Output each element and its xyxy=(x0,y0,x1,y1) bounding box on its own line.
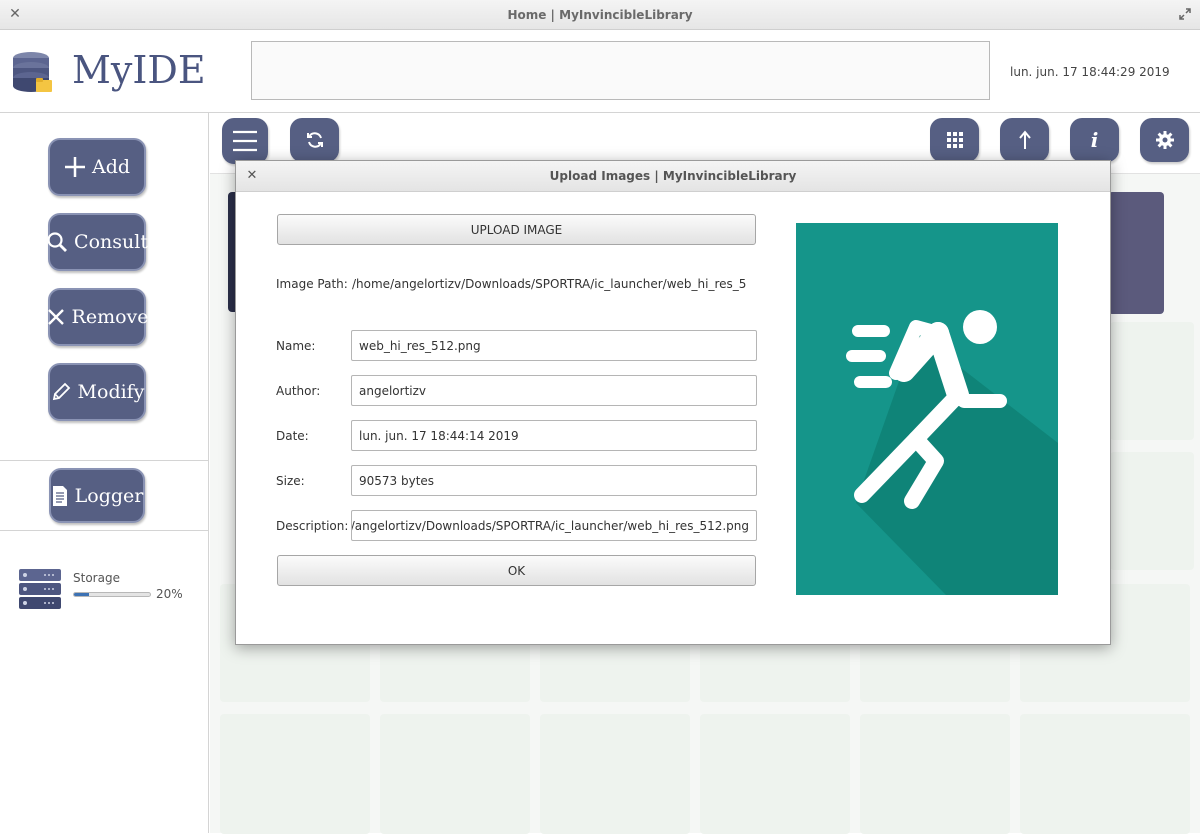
header-text-box[interactable] xyxy=(251,41,990,100)
consult-button[interactable]: Consult xyxy=(46,213,148,271)
image-path-value: /home/angelortizv/Downloads/SPORTRA/ic_l… xyxy=(352,277,746,291)
refresh-icon xyxy=(306,132,323,148)
dialog-title: Upload Images | MyInvincibleLibrary xyxy=(549,169,797,183)
gear-icon xyxy=(1155,131,1174,149)
name-field[interactable]: web_hi_res_512.png xyxy=(351,330,757,361)
menu-button[interactable] xyxy=(222,118,268,164)
info-icon: i xyxy=(1090,128,1099,152)
dialog-close-icon[interactable]: ✕ xyxy=(245,169,259,183)
description-label: Description: xyxy=(276,519,349,533)
remove-button[interactable]: Remove xyxy=(46,288,149,346)
logger-button[interactable]: Logger xyxy=(49,468,145,523)
name-field-value: web_hi_res_512.png xyxy=(359,338,481,353)
pencil-icon xyxy=(50,381,72,403)
description-field[interactable]: ne/angelortizv/Downloads/SPORTRA/ic_laun… xyxy=(351,510,757,541)
image-tile[interactable] xyxy=(540,714,690,834)
image-tile[interactable] xyxy=(860,714,1010,834)
plus-icon xyxy=(64,156,86,178)
app-logo: MyIDE xyxy=(12,48,206,98)
dialog-titlebar: ✕ Upload Images | MyInvincibleLibrary xyxy=(236,161,1110,192)
close-icon xyxy=(46,306,66,328)
storage-widget: Storage 20% xyxy=(18,566,198,616)
app-header: MyIDE lun. jun. 17 18:44:29 2019 xyxy=(0,30,1200,113)
author-label: Author: xyxy=(276,384,321,398)
running-person-icon xyxy=(846,310,1058,595)
logger-button-label: Logger xyxy=(74,484,144,507)
header-datetime: lun. jun. 17 18:44:29 2019 xyxy=(1010,65,1170,79)
window-close-icon[interactable]: ✕ xyxy=(8,7,22,21)
author-field-value: angelortizv xyxy=(359,383,427,398)
server-icon xyxy=(19,569,61,609)
grid-view-button[interactable] xyxy=(930,118,979,162)
image-tile[interactable] xyxy=(1110,322,1194,440)
upload-images-dialog: ✕ Upload Images | MyInvincibleLibrary UP… xyxy=(235,160,1111,645)
size-field-value: 90573 bytes xyxy=(359,473,435,488)
size-label: Size: xyxy=(276,474,305,488)
storage-percent: 20% xyxy=(156,587,183,601)
upload-image-button-label: UPLOAD IMAGE xyxy=(470,222,563,237)
storage-progress-fill xyxy=(74,593,90,596)
database-icon xyxy=(13,52,52,92)
upload-button[interactable] xyxy=(1000,118,1049,162)
ok-button-label: OK xyxy=(507,563,526,578)
date-label: Date: xyxy=(276,429,309,443)
name-label: Name: xyxy=(276,339,316,353)
image-tile[interactable] xyxy=(1110,452,1194,570)
settings-button[interactable] xyxy=(1140,118,1189,162)
ok-button[interactable]: OK xyxy=(277,555,756,586)
storage-label: Storage xyxy=(73,571,120,585)
image-thumbnail[interactable] xyxy=(1108,192,1164,314)
modify-button-label: Modify xyxy=(77,381,145,403)
grid-icon xyxy=(946,132,963,148)
sidebar-divider xyxy=(0,530,208,531)
menu-icon xyxy=(233,130,257,152)
add-button[interactable]: Add xyxy=(48,138,146,196)
storage-progress-bar xyxy=(73,592,151,597)
sidebar: Add Consult Remove Modify Logger Storage… xyxy=(0,113,209,833)
remove-button-label: Remove xyxy=(71,306,149,328)
author-field[interactable]: angelortizv xyxy=(351,375,757,406)
date-field-value: lun. jun. 17 18:44:14 2019 xyxy=(359,428,519,443)
image-tile[interactable] xyxy=(380,714,530,834)
upload-image-button[interactable]: UPLOAD IMAGE xyxy=(277,214,756,245)
search-icon xyxy=(46,231,68,253)
image-preview xyxy=(796,223,1058,595)
refresh-button[interactable] xyxy=(290,118,339,162)
sidebar-divider xyxy=(0,460,208,461)
image-tile[interactable] xyxy=(700,714,850,834)
window-title: Home | MyInvincibleLibrary xyxy=(507,7,693,22)
info-button[interactable]: i xyxy=(1070,118,1119,162)
window-titlebar: ✕ Home | MyInvincibleLibrary xyxy=(0,0,1200,30)
description-field-value: ne/angelortizv/Downloads/SPORTRA/ic_laun… xyxy=(351,518,749,533)
logo-text: MyIDE xyxy=(72,48,206,92)
add-button-label: Add xyxy=(91,156,131,178)
size-field[interactable]: 90573 bytes xyxy=(351,465,757,496)
modify-button[interactable]: Modify xyxy=(48,363,146,421)
image-tile[interactable] xyxy=(220,714,370,834)
upload-arrow-icon xyxy=(1018,130,1031,149)
date-field[interactable]: lun. jun. 17 18:44:14 2019 xyxy=(351,420,757,451)
image-path-label: Image Path: xyxy=(276,277,348,291)
image-tile[interactable] xyxy=(1020,714,1190,834)
maximize-icon[interactable] xyxy=(1178,7,1192,21)
document-icon xyxy=(51,485,69,507)
consult-button-label: Consult xyxy=(74,231,148,253)
